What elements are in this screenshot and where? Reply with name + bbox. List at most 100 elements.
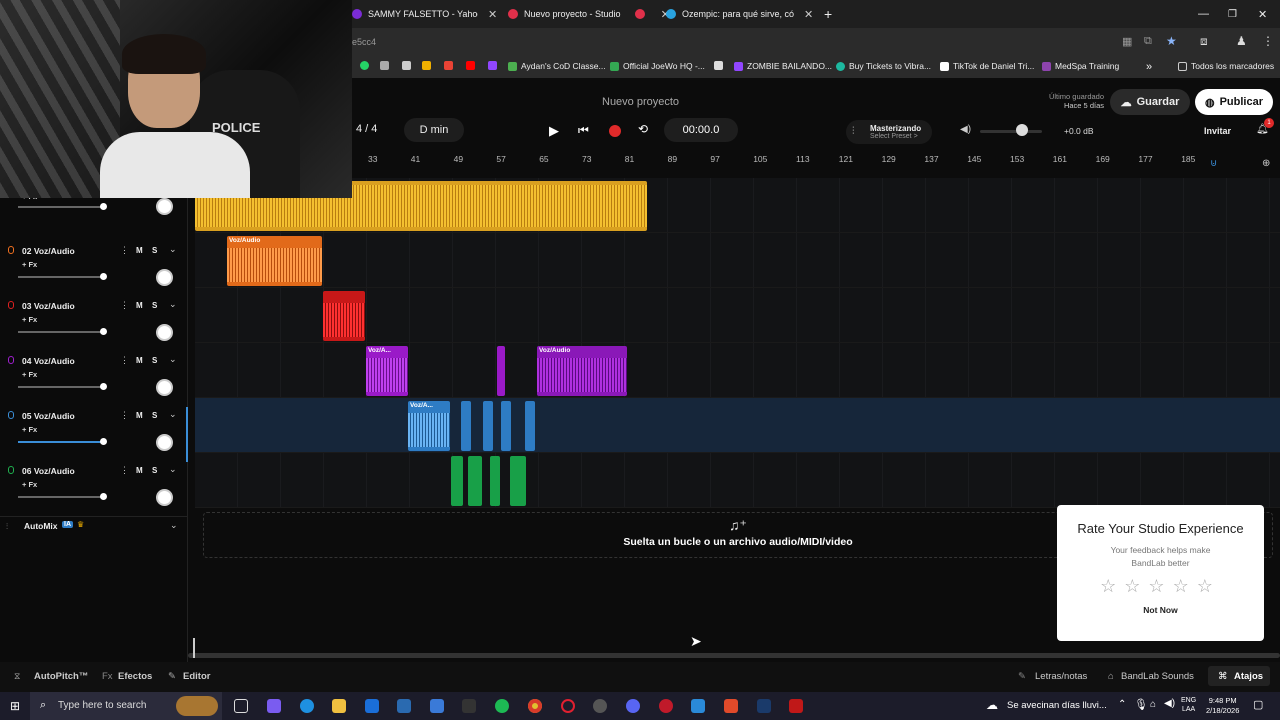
record-arm-icon[interactable] bbox=[8, 246, 14, 254]
editor-button[interactable]: Editor bbox=[183, 671, 210, 682]
youtube-icon[interactable] bbox=[466, 61, 479, 70]
bookmark-joewo[interactable]: Official JoeWo HQ -... bbox=[610, 61, 705, 71]
audio-clip[interactable]: Voz/Audio bbox=[227, 236, 322, 286]
volume-slider[interactable] bbox=[18, 276, 106, 278]
more-icon[interactable]: ⋮ bbox=[120, 245, 129, 256]
audio-clip[interactable] bbox=[525, 401, 535, 451]
pan-knob[interactable] bbox=[156, 489, 173, 506]
shield-icon[interactable] bbox=[691, 699, 705, 713]
chrome-icon[interactable] bbox=[528, 699, 542, 713]
add-fx-button[interactable]: + Fx bbox=[22, 425, 37, 434]
cast-icon[interactable]: ⧉ bbox=[1144, 35, 1152, 48]
loop-button[interactable]: ⟲ bbox=[638, 122, 648, 136]
chevron-down-icon[interactable]: ⌄ bbox=[169, 464, 177, 475]
audio-clip[interactable] bbox=[501, 401, 511, 451]
magnet-icon[interactable]: ⊍ bbox=[1210, 158, 1217, 169]
master-volume-slider[interactable] bbox=[980, 130, 1042, 133]
more-icon[interactable]: ⋮ bbox=[120, 410, 129, 421]
voicemeeter-icon[interactable] bbox=[789, 699, 803, 713]
chevron-down-icon[interactable]: ⌄ bbox=[170, 520, 178, 531]
address-bar[interactable]: e5cc4 ▦ ⧉ ★ ⧈ ♟ ⋮ bbox=[352, 28, 1280, 56]
project-title[interactable]: Nuevo proyecto bbox=[602, 96, 679, 108]
track-header-06[interactable]: 06 Voz/Audio + Fx ⋮ M S ⌄ bbox=[0, 462, 188, 517]
pan-knob[interactable] bbox=[156, 324, 173, 341]
autopitch-button[interactable]: AutoPitch™ bbox=[34, 671, 88, 682]
audio-clip[interactable] bbox=[497, 346, 505, 396]
epic-games-icon[interactable] bbox=[462, 699, 476, 713]
whatsapp-icon[interactable] bbox=[360, 61, 373, 70]
audio-clip[interactable]: Voz/A... bbox=[408, 401, 450, 451]
volume-handle[interactable] bbox=[100, 328, 107, 335]
outlook-icon[interactable] bbox=[365, 699, 379, 713]
speaker-icon[interactable]: ◀) bbox=[960, 124, 971, 135]
weather-widget[interactable]: Se avecinan días lluvi... bbox=[1007, 700, 1107, 711]
microphone-icon[interactable]: 🎙︎ bbox=[1134, 698, 1148, 711]
track-header-02[interactable]: 02 Voz/Audio + Fx ⋮ M S ⌄ bbox=[0, 242, 188, 297]
close-window-button[interactable]: ✕ bbox=[1258, 4, 1267, 24]
audio-clip[interactable] bbox=[323, 291, 365, 341]
app-icon[interactable] bbox=[659, 699, 673, 713]
volume-slider[interactable] bbox=[18, 441, 106, 443]
file-explorer-icon[interactable] bbox=[332, 699, 346, 713]
steam-icon[interactable] bbox=[397, 699, 411, 713]
twitch-icon[interactable] bbox=[488, 61, 501, 70]
extensions-icon[interactable]: ⧈ bbox=[1200, 34, 1208, 49]
maximize-button[interactable]: ❐ bbox=[1228, 4, 1237, 24]
volume-handle[interactable] bbox=[1016, 124, 1028, 136]
pan-knob[interactable] bbox=[156, 434, 173, 451]
track-name[interactable]: 05 Voz/Audio bbox=[22, 411, 75, 421]
record-arm-icon[interactable] bbox=[8, 466, 14, 474]
audio-clip[interactable] bbox=[510, 456, 526, 506]
chevron-down-icon[interactable]: ⌄ bbox=[169, 299, 177, 310]
notification-center-icon[interactable]: ▢ bbox=[1253, 698, 1263, 711]
pin-icon[interactable] bbox=[714, 61, 727, 70]
record-arm-icon[interactable] bbox=[8, 356, 14, 364]
volume-handle[interactable] bbox=[100, 273, 107, 280]
play-button[interactable]: ▶ bbox=[549, 123, 559, 139]
minimize-button[interactable]: — bbox=[1198, 4, 1209, 24]
publish-button[interactable]: ◍ Publicar bbox=[1195, 89, 1273, 115]
spotify-icon[interactable] bbox=[495, 699, 509, 713]
menu-icon[interactable]: ⋮ bbox=[1262, 34, 1274, 48]
obs-icon[interactable] bbox=[593, 699, 607, 713]
opera-icon[interactable] bbox=[561, 699, 575, 713]
mute-button[interactable]: M bbox=[136, 356, 143, 365]
volume-handle[interactable] bbox=[100, 493, 107, 500]
add-fx-button[interactable]: + Fx bbox=[22, 315, 37, 324]
volume-slider[interactable] bbox=[18, 386, 106, 388]
bookmark-icon[interactable] bbox=[380, 61, 393, 70]
key-selector[interactable]: D min bbox=[404, 118, 464, 142]
star-icon[interactable]: ☆ bbox=[1173, 576, 1197, 596]
copilot-icon[interactable] bbox=[267, 699, 281, 713]
task-view-icon[interactable] bbox=[234, 699, 248, 713]
bookmarks-folder[interactable]: Todos los marcadores bbox=[1178, 61, 1274, 71]
volume-slider[interactable] bbox=[18, 206, 106, 208]
edge-icon[interactable] bbox=[300, 699, 314, 713]
solo-button[interactable]: S bbox=[152, 411, 157, 420]
track-name[interactable]: 02 Voz/Audio bbox=[22, 246, 75, 256]
close-icon[interactable]: ✕ bbox=[804, 8, 813, 21]
invite-button[interactable]: Invitar bbox=[1204, 126, 1231, 136]
gmail-icon[interactable] bbox=[444, 61, 457, 70]
track-name[interactable]: 03 Voz/Audio bbox=[22, 301, 75, 311]
volume-handle[interactable] bbox=[100, 383, 107, 390]
track-header-05[interactable]: 05 Voz/Audio + Fx ⋮ M S ⌄ bbox=[0, 407, 188, 462]
pan-knob[interactable] bbox=[156, 379, 173, 396]
clock[interactable]: 9:48 PM 2/18/2026 bbox=[1206, 696, 1239, 716]
mute-button[interactable]: M bbox=[136, 411, 143, 420]
mastering-button[interactable]: ⫶ Masterizando Select Preset > bbox=[846, 120, 932, 144]
bookmark-icon[interactable] bbox=[422, 61, 435, 70]
language-indicator[interactable]: ENG LAA bbox=[1181, 696, 1196, 714]
pan-knob[interactable] bbox=[156, 198, 173, 215]
more-bookmarks-icon[interactable]: » bbox=[1146, 61, 1152, 73]
chevron-down-icon[interactable]: ⌄ bbox=[169, 409, 177, 420]
discord-icon[interactable] bbox=[626, 699, 640, 713]
taskbar-search[interactable]: ⌕ Type here to search bbox=[30, 692, 222, 720]
profile-icon[interactable]: ♟ bbox=[1236, 34, 1247, 48]
save-button[interactable]: ☁ Guardar bbox=[1110, 89, 1190, 115]
record-button[interactable] bbox=[609, 125, 621, 137]
effects-button[interactable]: Efectos bbox=[118, 671, 152, 682]
audio-clip[interactable]: Voz/Audio bbox=[537, 346, 627, 396]
star-icon[interactable]: ☆ bbox=[1148, 576, 1172, 596]
translate-icon[interactable]: ▦ bbox=[1122, 35, 1132, 48]
